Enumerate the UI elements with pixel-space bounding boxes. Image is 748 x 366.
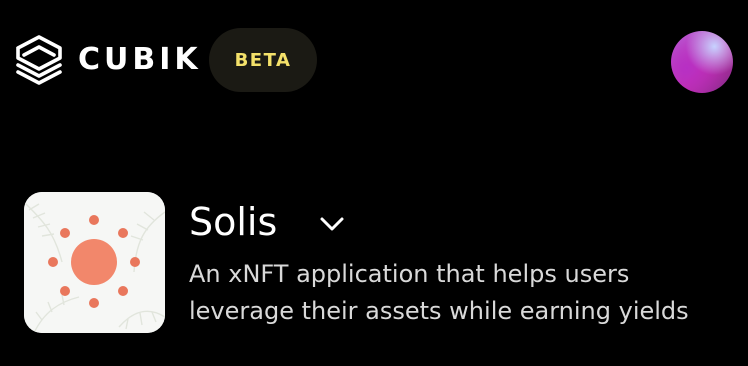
sun-icon <box>24 192 165 333</box>
top-bar: CUBIK BETA <box>0 0 748 120</box>
project-card[interactable]: Solis An xNFT application that helps use… <box>0 180 748 350</box>
chevron-down-icon <box>320 217 344 231</box>
project-name[interactable]: Solis <box>189 198 277 246</box>
user-avatar[interactable] <box>671 31 733 93</box>
expand-button[interactable] <box>312 204 352 244</box>
project-thumbnail[interactable] <box>24 192 165 333</box>
cubik-logo-icon[interactable] <box>14 34 64 86</box>
project-description: An xNFT application that helps users lev… <box>189 260 689 325</box>
brand-name[interactable]: CUBIK <box>78 40 202 80</box>
beta-badge: BETA <box>209 28 317 92</box>
